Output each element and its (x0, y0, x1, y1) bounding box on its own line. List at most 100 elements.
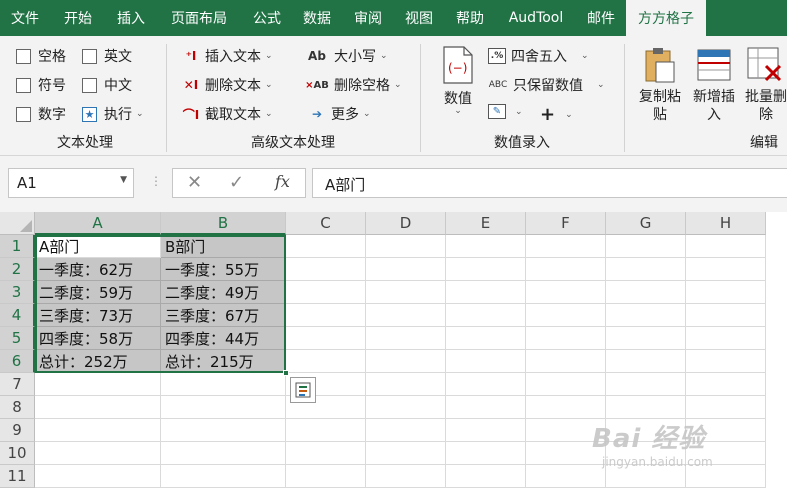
cell-F7[interactable] (526, 373, 606, 396)
column-header-F[interactable]: F (526, 212, 606, 235)
cell-E4[interactable] (446, 304, 526, 327)
cell-C2[interactable] (286, 258, 366, 281)
menu-tab-5[interactable]: 数据 (292, 0, 342, 36)
column-header-A[interactable]: A (35, 212, 161, 235)
row-header-2[interactable]: 2 (0, 258, 35, 281)
cell-A11[interactable] (35, 465, 161, 488)
cell-G6[interactable] (606, 350, 686, 373)
menu-tab-6[interactable]: 审阅 (342, 0, 394, 36)
function-icon[interactable]: fx (275, 172, 290, 191)
cell-H5[interactable] (686, 327, 766, 350)
cell-B3[interactable]: 二季度：49万 (161, 281, 286, 304)
cell-E5[interactable] (446, 327, 526, 350)
menu-tab-1[interactable]: 开始 (50, 0, 106, 36)
cell-A6[interactable]: 总计：252万 (35, 350, 161, 373)
checkbox-box[interactable] (16, 77, 31, 93)
confirm-icon[interactable]: ✓ (229, 172, 244, 193)
column-header-B[interactable]: B (161, 212, 286, 235)
cell-E3[interactable] (446, 281, 526, 304)
cell-H3[interactable] (686, 281, 766, 304)
insert-text-button[interactable]: ⁺Ⅰ 插入文本 ⌄ (182, 46, 273, 66)
cell-C1[interactable] (286, 235, 366, 258)
delete-space-button[interactable]: × AB 删除空格 ⌄ (305, 75, 401, 95)
checkbox-box[interactable] (82, 77, 97, 93)
cell-B6[interactable]: 总计：215万 (161, 350, 286, 373)
cell-A2[interactable]: 一季度：62万 (35, 258, 161, 281)
cell-D2[interactable] (366, 258, 446, 281)
cell-B8[interactable] (161, 396, 286, 419)
cell-E1[interactable] (446, 235, 526, 258)
cell-F4[interactable] (526, 304, 606, 327)
round-button[interactable]: .% 四舍五入 ⌄ (488, 46, 589, 66)
cell-E2[interactable] (446, 258, 526, 281)
cell-E6[interactable] (446, 350, 526, 373)
cell-C10[interactable] (286, 442, 366, 465)
checkbox-box[interactable] (16, 106, 31, 122)
value-button[interactable]: (−) 数值 ⌄ (436, 44, 480, 128)
column-header-E[interactable]: E (446, 212, 526, 235)
cell-H1[interactable] (686, 235, 766, 258)
cell-B11[interactable] (161, 465, 286, 488)
cell-D1[interactable] (366, 235, 446, 258)
cell-H4[interactable] (686, 304, 766, 327)
row-header-8[interactable]: 8 (0, 396, 35, 419)
cell-H6[interactable] (686, 350, 766, 373)
checkbox-space[interactable]: 空格 (16, 46, 66, 66)
cell-F6[interactable] (526, 350, 606, 373)
cell-G7[interactable] (606, 373, 686, 396)
cell-G8[interactable] (606, 396, 686, 419)
quick-analysis-button[interactable] (290, 377, 316, 403)
cell-E8[interactable] (446, 396, 526, 419)
cell-A9[interactable] (35, 419, 161, 442)
row-header-11[interactable]: 11 (0, 465, 35, 488)
cell-D8[interactable] (366, 396, 446, 419)
truncate-text-button[interactable]: ⌒Ⅰ 截取文本 ⌄ (182, 104, 273, 124)
cell-G4[interactable] (606, 304, 686, 327)
cell-C11[interactable] (286, 465, 366, 488)
cell-H7[interactable] (686, 373, 766, 396)
checkbox-number[interactable]: 数字 (16, 104, 66, 124)
fill-handle[interactable] (283, 370, 289, 376)
cell-F2[interactable] (526, 258, 606, 281)
cell-C4[interactable] (286, 304, 366, 327)
execute-button[interactable]: ★ 执行 ⌄ (82, 104, 144, 124)
cell-E11[interactable] (446, 465, 526, 488)
menu-tab-4[interactable]: 公式 (242, 0, 292, 36)
checkbox-box[interactable] (82, 48, 97, 64)
cell-H8[interactable] (686, 396, 766, 419)
cell-A1[interactable]: A部门 (35, 235, 161, 258)
row-header-3[interactable]: 3 (0, 281, 35, 304)
cell-A4[interactable]: 三季度：73万 (35, 304, 161, 327)
cell-F5[interactable] (526, 327, 606, 350)
keep-value-button[interactable]: ABC 只保留数值 ⌄ (488, 75, 605, 95)
cell-B9[interactable] (161, 419, 286, 442)
cell-E9[interactable] (446, 419, 526, 442)
cell-B4[interactable]: 三季度：67万 (161, 304, 286, 327)
cell-E7[interactable] (446, 373, 526, 396)
cell-G5[interactable] (606, 327, 686, 350)
name-box[interactable]: A1 ▼ (8, 168, 134, 198)
menu-tab-8[interactable]: 帮助 (444, 0, 496, 36)
cell-G2[interactable] (606, 258, 686, 281)
menu-tab-7[interactable]: 视图 (394, 0, 444, 36)
cell-D4[interactable] (366, 304, 446, 327)
cell-D3[interactable] (366, 281, 446, 304)
cell-D5[interactable] (366, 327, 446, 350)
cell-C6[interactable] (286, 350, 366, 373)
batch-delete-button[interactable]: 批量删除 (742, 44, 787, 128)
cell-B2[interactable]: 一季度：55万 (161, 258, 286, 281)
cell-H2[interactable] (686, 258, 766, 281)
add-insert-button[interactable]: 新增插入 (690, 44, 738, 128)
row-header-6[interactable]: 6 (0, 350, 35, 373)
column-header-D[interactable]: D (366, 212, 446, 235)
formula-input[interactable]: A部门 (312, 168, 787, 198)
cell-A8[interactable] (35, 396, 161, 419)
case-button[interactable]: Ab 大小写 ⌄ (305, 46, 388, 66)
row-header-9[interactable]: 9 (0, 419, 35, 442)
cell-F1[interactable] (526, 235, 606, 258)
cell-C5[interactable] (286, 327, 366, 350)
cell-A3[interactable]: 二季度：59万 (35, 281, 161, 304)
column-header-H[interactable]: H (686, 212, 766, 235)
row-header-4[interactable]: 4 (0, 304, 35, 327)
more-button[interactable]: ➔ 更多 ⌄ (308, 104, 371, 124)
